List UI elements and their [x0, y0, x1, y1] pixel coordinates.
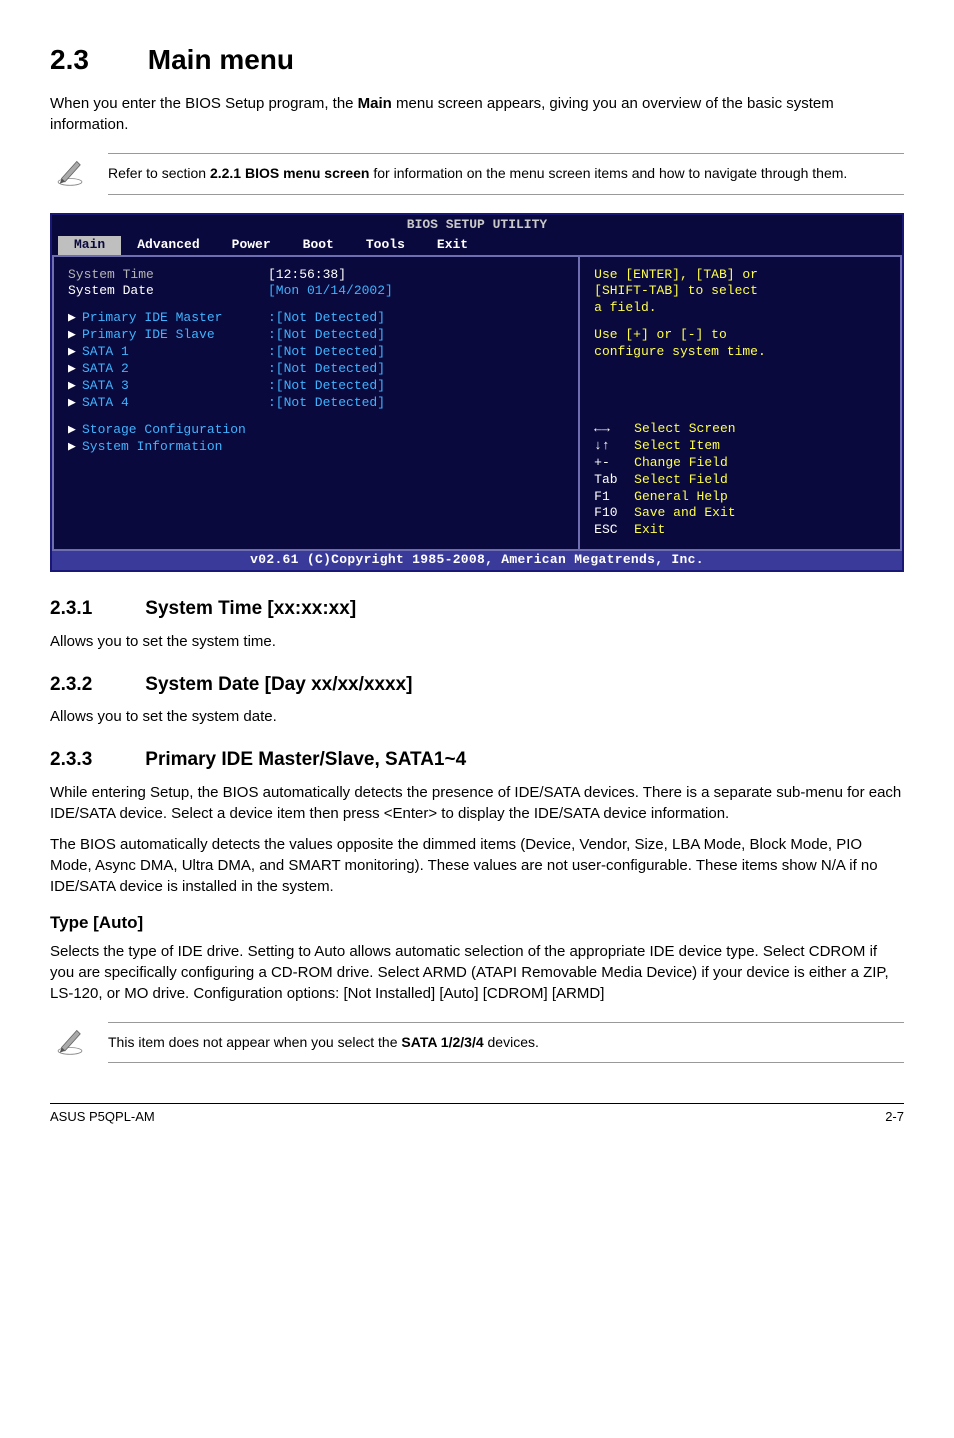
primary-ide-slave-value: :[Not Detected] — [268, 327, 385, 344]
system-time-value[interactable]: [12:56:38] — [268, 267, 346, 284]
nav-key: F10 — [594, 505, 634, 522]
pencil-note-icon — [50, 153, 90, 187]
help-line: Use [ENTER], [TAB] or — [594, 267, 886, 284]
sub-num: 2.3.2 — [50, 672, 140, 699]
body-232: Allows you to set the system date. — [50, 706, 904, 727]
storage-configuration[interactable]: Storage Configuration — [82, 422, 246, 439]
sub-num: 2.3.1 — [50, 596, 140, 623]
nav-desc: Save and Exit — [634, 505, 735, 522]
intro-text-bold: Main — [358, 95, 392, 112]
note2-b: SATA 1/2/3/4 — [401, 1034, 483, 1050]
triangle-icon: ▶ — [68, 422, 82, 439]
nav-key: ←→ — [594, 421, 634, 438]
nav-desc: General Help — [634, 489, 728, 506]
triangle-icon: ▶ — [68, 378, 82, 395]
note-body: Refer to section 2.2.1 BIOS menu screen … — [108, 153, 904, 195]
bios-menu-bar: Main Advanced Power Boot Tools Exit — [52, 236, 902, 257]
footer-product: ASUS P5QPL-AM — [50, 1108, 155, 1126]
section-heading: 2.3 Main menu — [50, 40, 904, 79]
triangle-icon: ▶ — [68, 439, 82, 456]
sata-2-value: :[Not Detected] — [268, 361, 385, 378]
bios-help-pane: Use [ENTER], [TAB] or [SHIFT-TAB] to sel… — [580, 257, 902, 552]
note2-c: devices. — [484, 1034, 539, 1050]
subsection-heading-233: 2.3.3 Primary IDE Master/Slave, SATA1~4 — [50, 747, 904, 774]
bios-tab-boot[interactable]: Boot — [287, 236, 350, 255]
bios-copyright-footer: v02.61 (C)Copyright 1985-2008, American … — [52, 551, 902, 570]
note-block-reference: Refer to section 2.2.1 BIOS menu screen … — [50, 153, 904, 195]
note1-a: Refer to section — [108, 165, 210, 181]
note-block-sata: This item does not appear when you selec… — [50, 1022, 904, 1064]
nav-desc: Select Screen — [634, 421, 735, 438]
bios-tab-tools[interactable]: Tools — [350, 236, 421, 255]
pencil-note-icon — [50, 1022, 90, 1056]
sub-num: 2.3.3 — [50, 747, 140, 774]
system-information[interactable]: System Information — [82, 439, 222, 456]
page-footer: ASUS P5QPL-AM 2-7 — [50, 1103, 904, 1126]
section-number: 2.3 — [50, 40, 140, 79]
nav-key: ↓↑ — [594, 438, 634, 455]
sub-title: System Date [Day xx/xx/xxxx] — [145, 674, 412, 695]
triangle-icon: ▶ — [68, 310, 82, 327]
nav-key: F1 — [594, 489, 634, 506]
body-233-p1: While entering Setup, the BIOS automatic… — [50, 782, 904, 824]
type-body: Selects the type of IDE drive. Setting t… — [50, 941, 904, 1004]
subsection-heading-232: 2.3.2 System Date [Day xx/xx/xxxx] — [50, 672, 904, 699]
bios-tab-power[interactable]: Power — [216, 236, 287, 255]
nav-key: +- — [594, 455, 634, 472]
sata-4[interactable]: SATA 4 — [82, 395, 268, 412]
triangle-icon: ▶ — [68, 361, 82, 378]
sub-title: Primary IDE Master/Slave, SATA1~4 — [145, 749, 466, 770]
intro-paragraph: When you enter the BIOS Setup program, t… — [50, 93, 904, 135]
nav-key: Tab — [594, 472, 634, 489]
primary-ide-slave[interactable]: Primary IDE Slave — [82, 327, 268, 344]
bios-left-pane: System Time [12:56:38] System Date [Mon … — [52, 257, 580, 552]
bios-title: BIOS SETUP UTILITY — [52, 215, 902, 236]
sata-4-value: :[Not Detected] — [268, 395, 385, 412]
sata-3[interactable]: SATA 3 — [82, 378, 268, 395]
intro-text-a: When you enter the BIOS Setup program, t… — [50, 95, 358, 112]
help-line: Use [+] or [-] to — [594, 327, 886, 344]
sata-3-value: :[Not Detected] — [268, 378, 385, 395]
nav-desc: Exit — [634, 522, 665, 539]
system-date-value[interactable]: [Mon 01/14/2002] — [268, 283, 393, 300]
nav-desc: Change Field — [634, 455, 728, 472]
sata-1-value: :[Not Detected] — [268, 344, 385, 361]
nav-key: ESC — [594, 522, 634, 539]
bios-tab-advanced[interactable]: Advanced — [121, 236, 215, 255]
primary-ide-master[interactable]: Primary IDE Master — [82, 310, 268, 327]
bios-setup-utility: BIOS SETUP UTILITY Main Advanced Power B… — [50, 213, 904, 572]
triangle-icon: ▶ — [68, 327, 82, 344]
body-231: Allows you to set the system time. — [50, 631, 904, 652]
note2-a: This item does not appear when you selec… — [108, 1034, 401, 1050]
subsection-heading-231: 2.3.1 System Time [xx:xx:xx] — [50, 596, 904, 623]
system-time-label: System Time — [68, 267, 268, 284]
type-heading: Type [Auto] — [50, 911, 904, 935]
sata-2[interactable]: SATA 2 — [82, 361, 268, 378]
bios-tab-exit[interactable]: Exit — [421, 236, 484, 255]
bios-tab-main[interactable]: Main — [58, 236, 121, 255]
note1-c: for information on the menu screen items… — [369, 165, 847, 181]
sata-1[interactable]: SATA 1 — [82, 344, 268, 361]
section-title-text: Main menu — [148, 44, 294, 75]
system-date-label: System Date — [68, 283, 268, 300]
nav-desc: Select Field — [634, 472, 728, 489]
primary-ide-master-value: :[Not Detected] — [268, 310, 385, 327]
footer-page-num: 2-7 — [885, 1108, 904, 1126]
triangle-icon: ▶ — [68, 344, 82, 361]
nav-desc: Select Item — [634, 438, 720, 455]
body-233-p2: The BIOS automatically detects the value… — [50, 834, 904, 897]
help-line: configure system time. — [594, 344, 886, 361]
help-line: [SHIFT-TAB] to select — [594, 283, 886, 300]
sub-title: System Time [xx:xx:xx] — [145, 598, 356, 619]
help-line: a field. — [594, 300, 886, 317]
triangle-icon: ▶ — [68, 395, 82, 412]
note-body: This item does not appear when you selec… — [108, 1022, 904, 1064]
note1-b: 2.2.1 BIOS menu screen — [210, 165, 370, 181]
